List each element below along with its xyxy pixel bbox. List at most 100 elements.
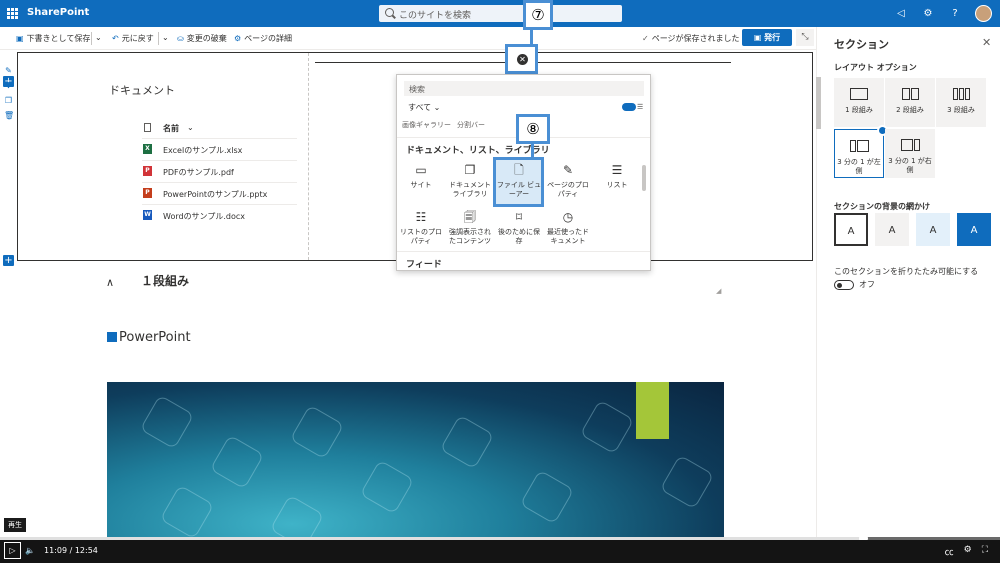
picker-item-bookmark[interactable]: ⌑ 後のために保存 bbox=[495, 206, 543, 252]
file-type-icon bbox=[144, 123, 151, 132]
picker-item-clock[interactable]: ◷ 最近使ったドキュメント bbox=[544, 206, 592, 252]
publish-button[interactable]: ▣ 発行 bbox=[742, 29, 792, 46]
add-section-below-icon[interactable]: + bbox=[3, 255, 14, 266]
layout-option-label: 3 分の 1 が右側 bbox=[888, 157, 932, 174]
play-icon[interactable]: ▷ bbox=[4, 542, 21, 559]
canvas-scrollbar[interactable] bbox=[816, 77, 821, 129]
save-dropdown-chevron-icon[interactable]: ⌄ bbox=[95, 33, 102, 42]
layout-option-1[interactable]: 1 段組み bbox=[834, 78, 884, 127]
picker-item-label: リストのプロパティ bbox=[400, 228, 442, 245]
picker-item-site[interactable]: ▭ サイト bbox=[397, 159, 445, 205]
close-icon[interactable]: ✕ bbox=[517, 54, 528, 65]
page-details-button[interactable]: ⚙ ページの詳細 bbox=[234, 33, 292, 44]
command-bar: ▣ 下書きとして保存 ⌄ ↶ 元に戻す ⌄ ⛀ 変更の破棄 ⚙ ページの詳細 ✓ ページが… bbox=[0, 27, 816, 50]
picker-item-label: 最近使ったドキュメント bbox=[547, 228, 589, 245]
list-view-icon[interactable]: ☰ bbox=[637, 103, 643, 111]
file-name[interactable]: Excelのサンプル.xlsx bbox=[163, 145, 242, 156]
column-layout-icon bbox=[885, 139, 935, 151]
picker-item-list[interactable]: ☰ リスト bbox=[593, 159, 641, 205]
undo-button[interactable]: ↶ 元に戻す bbox=[112, 33, 154, 44]
powerpoint-hero-image[interactable] bbox=[107, 382, 724, 540]
resize-handle-icon[interactable]: ◢ bbox=[716, 287, 721, 295]
picker-item-list-properties[interactable]: ☷ リストのプロパティ bbox=[397, 206, 445, 252]
file-name[interactable]: Wordのサンプル.docx bbox=[163, 211, 245, 222]
checkmark-icon: ✓ bbox=[642, 34, 649, 43]
highlighted-content-icon: 🗐 bbox=[464, 210, 476, 224]
toggle-state-label: オフ bbox=[859, 280, 875, 289]
table-row[interactable]: W Wordのサンプル.docx bbox=[142, 204, 297, 225]
background-shade-option[interactable]: A bbox=[834, 213, 868, 246]
layout-option-label: 2 段組み bbox=[896, 106, 924, 114]
chevron-up-icon[interactable]: ∧ bbox=[106, 276, 114, 289]
picker-item-label: 強調表示されたコンテンツ bbox=[449, 228, 491, 245]
background-shade-option[interactable]: A bbox=[916, 213, 950, 246]
layout-option-4[interactable]: 3 分の 1 が左側 bbox=[834, 125, 888, 178]
picker-item-divider[interactable]: 分割バー bbox=[457, 120, 485, 130]
background-heading: セクションの背景の網かけ bbox=[834, 202, 930, 211]
layout-option-label: 3 分の 1 が左側 bbox=[837, 158, 881, 175]
grid-view-toggle[interactable] bbox=[622, 103, 636, 111]
picker-item-label: ファイル ビューアー bbox=[496, 181, 542, 198]
delete-section-icon[interactable]: 🗑 bbox=[4, 111, 14, 120]
publish-icon: ▣ bbox=[753, 33, 765, 42]
app-launcher-icon[interactable] bbox=[7, 8, 18, 19]
edit-section-icon[interactable]: ✎ bbox=[4, 66, 13, 75]
background-shade-option[interactable]: A bbox=[957, 213, 991, 246]
square-bullet-icon bbox=[107, 332, 117, 342]
powerpoint-file-icon: P bbox=[143, 188, 152, 198]
fullscreen-icon[interactable]: ⛶ bbox=[982, 545, 988, 558]
picker-item-page-properties[interactable]: ✎ ページのプロパティ bbox=[544, 159, 592, 205]
picker-item-image-gallery[interactable]: 画像ギャラリー bbox=[402, 120, 451, 130]
close-icon[interactable]: ✕ bbox=[982, 36, 991, 49]
layout-option-5[interactable]: 3 分の 1 が右側 bbox=[885, 129, 935, 178]
layout-option-label: 1 段組み bbox=[845, 106, 873, 114]
undo-dropdown-chevron-icon[interactable]: ⌄ bbox=[162, 33, 169, 42]
collapsible-toggle[interactable] bbox=[834, 280, 854, 290]
word-file-icon: W bbox=[143, 210, 152, 220]
site-search-input[interactable]: このサイトを検索 bbox=[379, 5, 622, 22]
table-row[interactable]: X Excelのサンプル.xlsx bbox=[142, 138, 297, 159]
pdf-file-icon: P bbox=[143, 166, 152, 176]
list-icon: ☰ bbox=[611, 163, 623, 177]
layout-option-2[interactable]: 2 段組み bbox=[885, 78, 935, 127]
picker-scrollbar[interactable] bbox=[642, 165, 646, 191]
help-icon[interactable]: ? bbox=[948, 8, 962, 19]
picker-filter-dropdown[interactable]: すべて ⌄ bbox=[408, 102, 440, 113]
file-name[interactable]: PowerPointのサンプル.pptx bbox=[163, 189, 267, 200]
picker-item-label: ドキュメント ライブラリ bbox=[449, 181, 491, 198]
suite-bar: SharePoint このサイトを検索 ◁ ⚙ ? bbox=[0, 0, 1000, 27]
captions-icon[interactable]: ㏄ bbox=[945, 545, 954, 558]
app-title[interactable]: SharePoint bbox=[27, 7, 89, 18]
layout-option-3[interactable]: 3 段組み bbox=[936, 78, 986, 127]
layout-option-label: 3 段組み bbox=[947, 106, 975, 114]
search-placeholder: このサイトを検索 bbox=[399, 11, 472, 21]
avatar[interactable] bbox=[975, 5, 992, 22]
volume-icon[interactable]: 🔈 bbox=[25, 546, 35, 555]
file-viewer-icon: 🗋 bbox=[514, 163, 524, 177]
megaphone-icon[interactable]: ◁ bbox=[894, 8, 908, 19]
file-name[interactable]: PDFのサンプル.pdf bbox=[163, 167, 234, 178]
close-webpart-highlight: ✕ bbox=[505, 44, 538, 74]
table-row[interactable]: P PDFのサンプル.pdf bbox=[142, 160, 297, 181]
gear-icon[interactable]: ⚙ bbox=[921, 8, 935, 19]
discard-changes-button[interactable]: ⛀ 変更の破棄 bbox=[177, 33, 227, 44]
save-draft-button[interactable]: ▣ 下書きとして保存 bbox=[16, 33, 90, 44]
document-library-title: ドキュメント bbox=[109, 84, 175, 97]
duplicate-section-icon[interactable]: ❐ bbox=[4, 96, 13, 105]
callout-step-8: ⑧ bbox=[516, 114, 550, 144]
list-properties-icon: ☷ bbox=[415, 210, 427, 224]
site-icon: ▭ bbox=[415, 163, 427, 177]
move-section-icon[interactable]: ✥ bbox=[4, 81, 13, 90]
settings-gear-icon[interactable]: ⚙ bbox=[964, 545, 972, 558]
picker-item-document-library[interactable]: ❐ ドキュメント ライブラリ bbox=[446, 159, 494, 205]
picker-item-highlighted-content[interactable]: 🗐 強調表示されたコンテンツ bbox=[446, 206, 494, 252]
picker-item-label: サイト bbox=[410, 181, 432, 189]
collapse-icon[interactable]: ⤡ bbox=[796, 29, 814, 46]
page-properties-icon: ✎ bbox=[562, 163, 574, 177]
background-shade-option[interactable]: A bbox=[875, 213, 909, 246]
webpart-picker: 検索 すべて ⌄ ☰ 画像ギャラリー 分割バー ドキュメント、リスト、ライブラリ… bbox=[396, 74, 651, 271]
picker-item-file-viewer[interactable]: 🗋 ファイル ビューアー bbox=[495, 159, 543, 205]
table-row[interactable]: P PowerPointのサンプル.pptx bbox=[142, 182, 297, 203]
picker-item-label: ページのプロパティ bbox=[547, 181, 589, 198]
picker-search-input[interactable]: 検索 bbox=[404, 81, 644, 96]
